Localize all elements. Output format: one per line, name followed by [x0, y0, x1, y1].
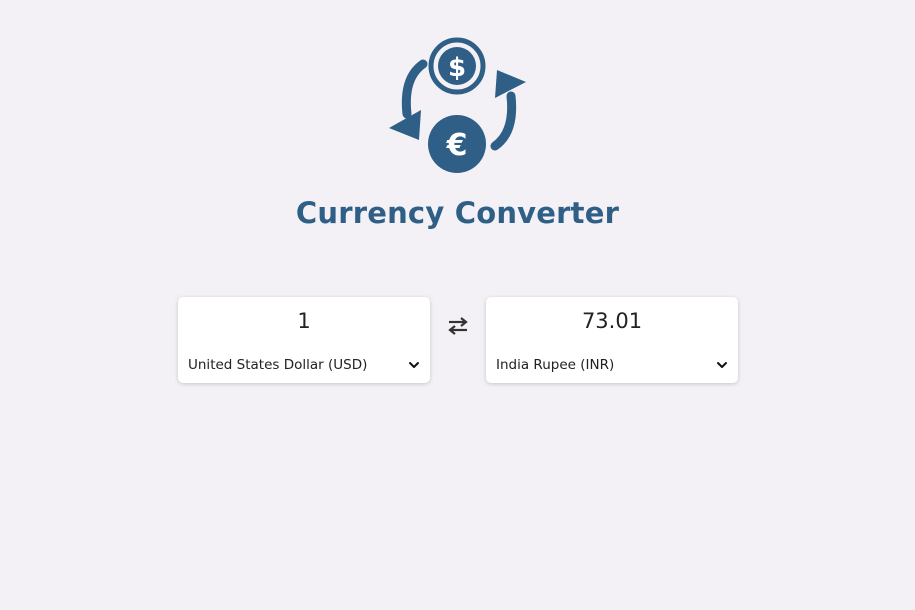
swap-arrows-icon [448, 317, 468, 335]
to-amount-input[interactable] [486, 309, 738, 333]
currency-exchange-icon: $ € [389, 37, 526, 173]
chevron-down-icon [409, 362, 419, 368]
chevron-down-icon [717, 362, 727, 368]
to-currency-label: India Rupee (INR) [496, 357, 615, 373]
page-title: Currency Converter [295, 196, 620, 230]
to-currency-card: India Rupee (INR) [486, 297, 738, 383]
from-currency-card: United States Dollar (USD) [178, 297, 430, 383]
from-currency-label: United States Dollar (USD) [188, 357, 368, 373]
swap-button[interactable] [446, 314, 470, 338]
currency-exchange-logo: $ € [385, 36, 530, 176]
to-currency-select[interactable]: India Rupee (INR) [496, 355, 728, 375]
euro-symbol: € [446, 128, 468, 163]
dollar-symbol: $ [448, 53, 466, 83]
from-currency-select[interactable]: United States Dollar (USD) [188, 355, 420, 375]
from-amount-input[interactable] [178, 309, 430, 333]
